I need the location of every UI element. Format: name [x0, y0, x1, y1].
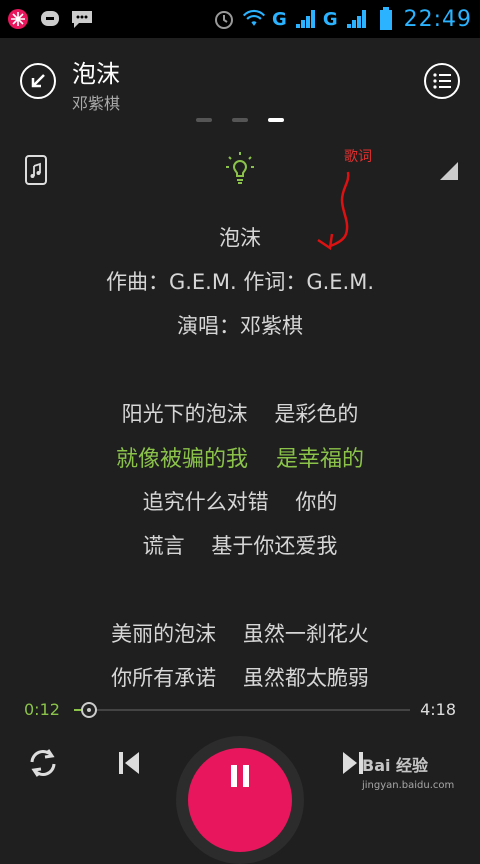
- player-header: 泡沫 邓紫棋: [0, 38, 480, 118]
- clock: 22:49: [403, 6, 472, 32]
- page-dot[interactable]: [232, 118, 248, 122]
- network-type-2: G: [322, 8, 338, 30]
- status-bar: G G 22:49: [0, 0, 480, 38]
- lyric-line-current: 就像被骗的我 是幸福的: [116, 447, 364, 472]
- previous-button[interactable]: [112, 746, 146, 780]
- message-icon: [70, 7, 94, 31]
- progress-bar: 0:12 4:18: [0, 696, 480, 724]
- arrow-down-left-icon: [31, 74, 45, 88]
- repeat-icon: [30, 749, 56, 777]
- watermark-url: jingyan.baidu.com: [362, 780, 455, 791]
- chat-bubble-icon: [38, 7, 62, 31]
- lyric-line: 追究什么对错 你的: [142, 490, 338, 514]
- flower-icon: [6, 7, 30, 31]
- seek-thumb[interactable]: [81, 702, 98, 718]
- song-title: 泡沫: [72, 60, 120, 88]
- repeat-button[interactable]: [26, 746, 60, 780]
- battery-icon: [374, 7, 398, 31]
- lyric-line: 演唱：邓紫棋: [177, 314, 303, 338]
- page-indicator: [0, 118, 480, 128]
- page-dot[interactable]: [196, 118, 212, 122]
- network-type-1: G: [272, 8, 287, 30]
- previous-icon: [119, 752, 139, 774]
- collapse-button[interactable]: [20, 63, 56, 99]
- lyric-line: 谎言 基于你还爱我: [142, 534, 338, 558]
- lightbulb-icon[interactable]: [224, 150, 256, 186]
- lyric-line: 美丽的泡沫 虽然一刹花火: [111, 622, 369, 646]
- annotation-label: 歌词: [344, 149, 372, 165]
- lyric-line: 作曲：G.E.M. 作词：G.E.M.: [105, 270, 375, 294]
- lyric-line: 阳光下的泡沫 是彩色的: [121, 402, 359, 426]
- signal-icon: [344, 7, 368, 31]
- lyric-line: 你所有承诺 虽然都太脆弱: [111, 666, 369, 690]
- current-time: 0:12: [24, 700, 60, 719]
- watermark-logo: Bai 经验: [362, 756, 429, 775]
- pause-icon: [231, 765, 249, 787]
- phone-music-icon[interactable]: [24, 154, 48, 186]
- playlist-menu-button[interactable]: [424, 63, 460, 99]
- seek-track[interactable]: [74, 702, 410, 718]
- list-icon: [433, 73, 451, 89]
- page-dot-active[interactable]: [268, 118, 284, 122]
- signal-icon: [293, 7, 317, 31]
- lyric-line: 泡沫: [219, 226, 261, 250]
- wifi-icon: [242, 7, 266, 31]
- pause-button[interactable]: [188, 748, 292, 852]
- total-time: 4:18: [420, 700, 456, 719]
- alarm-icon: [212, 7, 236, 31]
- triangle-corner-icon[interactable]: [440, 162, 458, 180]
- artist-name: 邓紫棋: [72, 94, 121, 113]
